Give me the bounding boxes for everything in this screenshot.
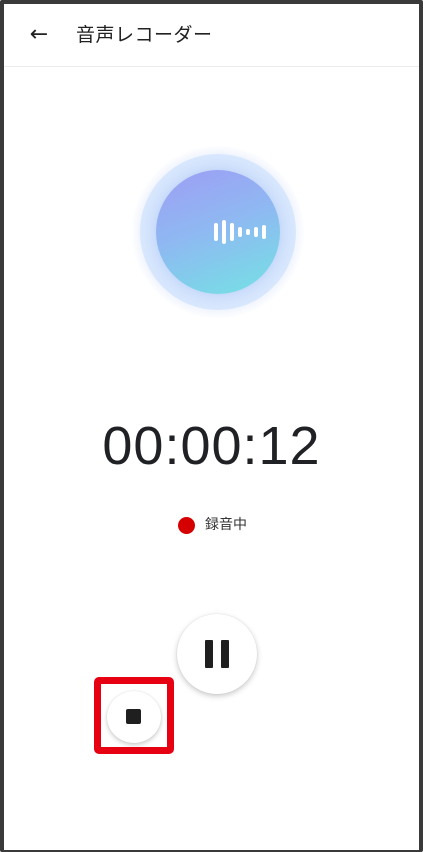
- elapsed-time: 00:00:12: [102, 416, 321, 476]
- visualizer-orb: [156, 170, 280, 294]
- arrow-left-icon[interactable]: ←: [22, 18, 56, 52]
- page-title: 音声レコーダー: [76, 24, 213, 46]
- recording-visualizer: [132, 146, 304, 318]
- recording-status-label: 録音中: [205, 517, 247, 533]
- app-bar: ← 音声レコーダー: [4, 4, 419, 67]
- stop-button-highlight: [94, 677, 174, 754]
- recording-dot-icon: [178, 516, 195, 534]
- pause-icon: [205, 640, 229, 668]
- recording-status: 録音中: [178, 512, 247, 538]
- audio-waveform-icon: [214, 220, 266, 244]
- pause-button[interactable]: [177, 614, 257, 694]
